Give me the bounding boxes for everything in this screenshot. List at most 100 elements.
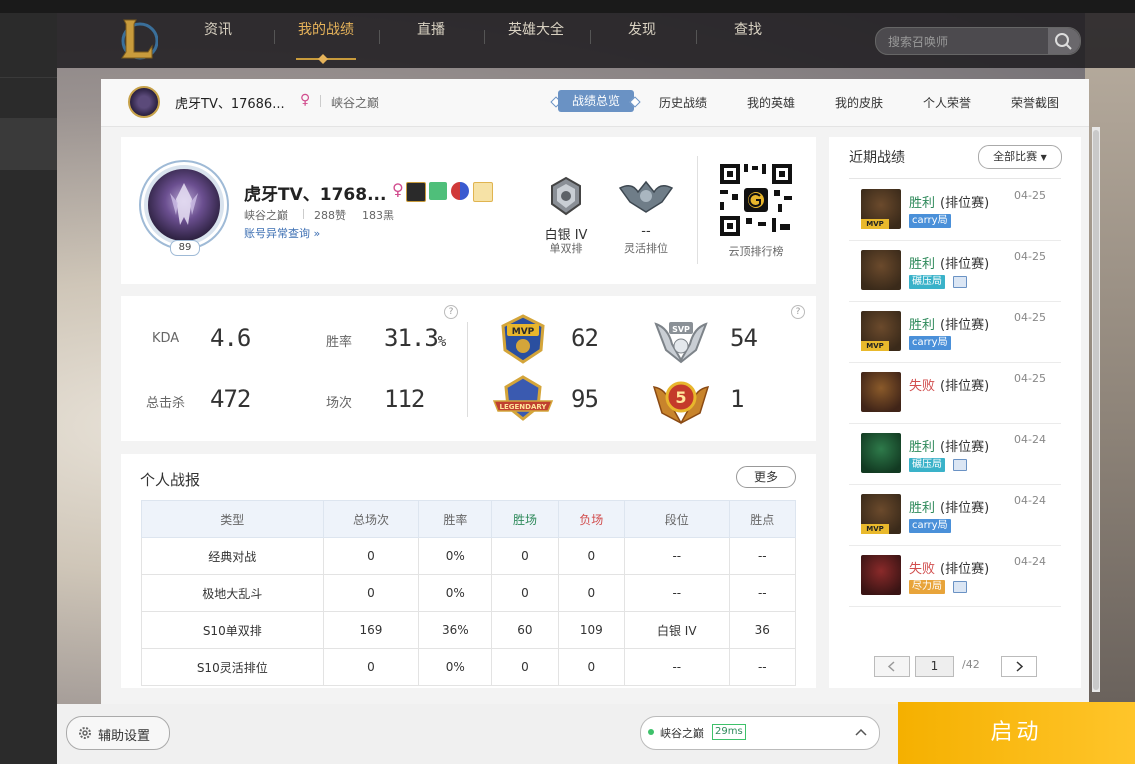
current-page[interactable]: 1	[915, 656, 954, 677]
table-cell: 0	[322, 537, 420, 575]
lol-logo-icon[interactable]	[118, 16, 158, 62]
match-tag: 碾压局	[909, 275, 945, 289]
match-row[interactable]: 胜利 (排位赛) 04-25 碾压局	[849, 240, 1061, 302]
help-icon[interactable]: ?	[791, 305, 805, 319]
nav-separator	[590, 30, 591, 44]
gear-icon	[79, 727, 91, 739]
svg-text:LEGENDARY: LEGENDARY	[500, 403, 548, 411]
games-value: 112	[384, 385, 425, 413]
winrate-unit: %	[437, 334, 447, 350]
match-result: 胜利	[909, 196, 936, 211]
match-row[interactable]: 胜利 (排位赛) 04-24 碾压局	[849, 423, 1061, 485]
tab-my-champions[interactable]: 我的英雄	[747, 94, 795, 111]
summoner-search-input[interactable]	[886, 28, 1050, 56]
tft-leaderboard-label[interactable]: 云顶排行榜	[718, 243, 794, 259]
divider	[303, 209, 304, 219]
mvp-count: 62	[571, 324, 599, 352]
level-badge: 89	[170, 240, 200, 256]
match-result: 失败	[909, 379, 936, 394]
table-cell: 0%	[418, 648, 493, 686]
col-tier: 段位	[623, 500, 730, 538]
table-cell: 0	[557, 648, 625, 686]
match-date: 04-25	[1014, 311, 1046, 324]
match-result: 胜利	[909, 501, 936, 516]
col-losses: 负场	[557, 500, 625, 538]
summoner-name: 虎牙TV、1768...	[244, 185, 387, 205]
table-cell: 0	[491, 648, 559, 686]
match-row[interactable]: 失败 (排位赛) 04-24 尽力局	[849, 545, 1061, 607]
match-date: 04-24	[1014, 433, 1046, 446]
match-result: 胜利	[909, 257, 936, 272]
avatar-emblem-icon	[170, 183, 198, 225]
tab-honor-screenshots[interactable]: 荣誉截图	[1011, 94, 1059, 111]
divider	[320, 95, 321, 107]
summoner-avatar-small	[128, 86, 160, 118]
table-cell: 0	[322, 574, 420, 612]
table-cell: --	[623, 648, 730, 686]
nav-item-2[interactable]: 直播	[386, 18, 476, 42]
match-row[interactable]: MVP 胜利 (排位赛) 04-24 carry局	[849, 484, 1061, 546]
unranked-emblem-icon	[618, 180, 674, 213]
table-cell: 经典对战	[141, 537, 324, 575]
copy-icon[interactable]	[429, 182, 447, 200]
personal-report-title: 个人战报	[140, 471, 201, 489]
scrollbar-thumb[interactable]	[1093, 130, 1099, 690]
mvp-tag: MVP	[861, 341, 889, 351]
match-mode: (排位赛)	[940, 379, 990, 394]
match-filter-dropdown[interactable]: 全部比赛 ▼	[978, 145, 1062, 169]
recent-matches-title: 近期战绩	[849, 150, 905, 166]
summoner-avatar[interactable]	[144, 165, 224, 245]
flex-rank-label: 灵活排位	[624, 242, 668, 255]
match-tag: carry局	[909, 519, 951, 533]
personal-report-table: 类型 总场次 胜率 胜场 负场 段位 胜点 经典对战 0 0% 0 0 -- -- 极地大乱斗…	[141, 500, 797, 686]
qr-code-icon[interactable]	[718, 162, 794, 238]
tab-history[interactable]: 历史战绩	[659, 94, 707, 111]
mvp-tag: MVP	[861, 524, 889, 534]
black-count: 183黑	[362, 209, 394, 222]
screenshot-icon[interactable]	[953, 459, 967, 471]
nav-item-4[interactable]: 发现	[597, 18, 687, 42]
launch-button[interactable]: 启动	[898, 702, 1135, 764]
search-button[interactable]	[1048, 28, 1080, 54]
match-mode: (排位赛)	[940, 196, 990, 211]
match-mode: (排位赛)	[940, 440, 990, 455]
screenshot-icon[interactable]	[953, 581, 967, 593]
svg-text:5: 5	[675, 388, 686, 407]
tab-personal-honor[interactable]: 个人荣誉	[923, 94, 971, 111]
table-cell: --	[623, 574, 730, 612]
match-date: 04-24	[1014, 555, 1046, 568]
table-cell: 109	[557, 611, 625, 649]
nav-item-3[interactable]: 英雄大全	[491, 18, 581, 42]
server-name: 峡谷之巅	[660, 727, 704, 740]
nav-item-5[interactable]: 查找	[703, 18, 793, 42]
tab-my-skins[interactable]: 我的皮肤	[835, 94, 883, 111]
more-button[interactable]: 更多	[736, 466, 796, 488]
table-row: 极地大乱斗 0 0% 0 0 -- --	[141, 574, 797, 612]
nav-separator	[696, 30, 697, 44]
col-total: 总场次	[322, 500, 420, 538]
female-icon: ♀	[300, 92, 311, 108]
total-kills-value: 472	[210, 385, 251, 413]
svp-honor-icon: SVP	[654, 322, 708, 364]
match-row[interactable]: 失败 (排位赛) 04-25	[849, 362, 1061, 424]
table-cell: --	[728, 648, 797, 686]
match-row[interactable]: MVP 胜利 (排位赛) 04-25 carry局	[849, 301, 1061, 363]
match-result: 胜利	[909, 440, 936, 455]
nav-item-0[interactable]: 资讯	[173, 18, 263, 42]
match-row[interactable]: MVP 胜利 (排位赛) 04-25 carry局	[849, 179, 1061, 241]
table-cell: 0%	[418, 537, 493, 575]
sidebar-highlight-item[interactable]	[0, 118, 57, 170]
games-label: 场次	[326, 396, 353, 411]
account-abnormal-link[interactable]: 账号异常查询 »	[244, 225, 320, 241]
next-page-button[interactable]	[1001, 656, 1037, 677]
match-date: 04-25	[1014, 250, 1046, 263]
nav-separator	[484, 30, 485, 44]
tab-overview[interactable]: 战绩总览	[558, 90, 634, 112]
screenshot-icon[interactable]	[953, 276, 967, 288]
table-header-row: 类型 总场次 胜率 胜场 负场 段位 胜点	[141, 500, 797, 538]
help-icon[interactable]: ?	[444, 305, 458, 319]
nav-item-1[interactable]: 我的战绩	[281, 18, 371, 42]
prev-page-button[interactable]	[874, 656, 910, 677]
total-pages: /42	[962, 658, 980, 671]
penta-kill-count: 1	[730, 385, 744, 413]
